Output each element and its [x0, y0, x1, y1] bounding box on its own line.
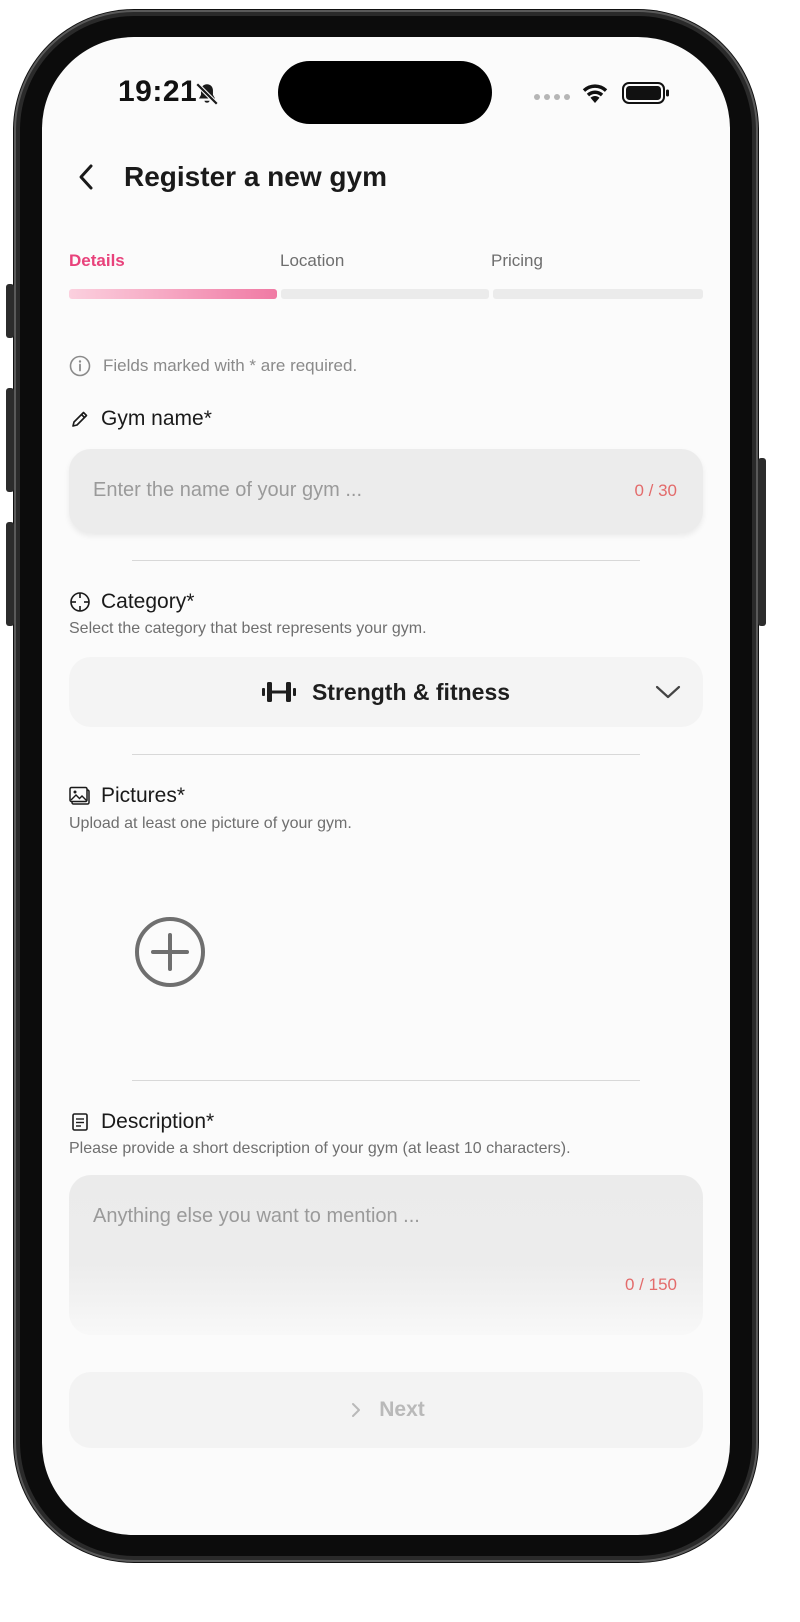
volume-down-button	[6, 522, 14, 626]
plus-circle-icon[interactable]	[134, 916, 206, 988]
description-textarea[interactable]: Anything else you want to mention ... 0 …	[69, 1175, 703, 1335]
header: Register a new gym	[68, 155, 387, 199]
back-button[interactable]	[68, 159, 104, 195]
next-button[interactable]: Next	[69, 1372, 703, 1448]
pictures-subtitle: Upload at least one picture of your gym.	[69, 815, 352, 832]
description-placeholder: Anything else you want to mention ...	[93, 1205, 420, 1227]
app-screen: 19:21 Register a new gym Details Locatio…	[42, 37, 730, 1535]
step-progress-bar-pricing	[493, 289, 703, 299]
document-icon	[69, 1111, 91, 1133]
step-progress-bar-details	[69, 289, 277, 299]
image-icon	[69, 785, 91, 807]
category-selected-value: Strength & fitness	[311, 678, 511, 705]
category-label: Category*	[69, 590, 194, 614]
required-fields-text: Fields marked with * are required.	[103, 356, 358, 375]
chevron-right-icon	[352, 1403, 361, 1417]
step-indicator: Details Location Pricing	[69, 251, 703, 299]
wifi-icon	[582, 84, 608, 103]
crosshair-icon	[69, 591, 91, 613]
tab-pricing[interactable]: Pricing	[491, 251, 543, 271]
info-icon	[69, 355, 91, 377]
tab-details[interactable]: Details	[69, 251, 125, 271]
power-button	[758, 458, 766, 626]
gym-name-label: Gym name*	[69, 407, 212, 431]
divider	[132, 1080, 640, 1081]
chevron-down-icon	[655, 685, 681, 699]
status-time: 19:21	[118, 75, 198, 108]
description-char-counter: 0 / 150	[625, 1275, 677, 1294]
gym-name-placeholder: Enter the name of your gym ...	[93, 479, 363, 501]
action-button	[6, 284, 14, 338]
tab-location[interactable]: Location	[280, 251, 344, 271]
chevron-left-icon	[79, 164, 93, 190]
dumbbell-icon	[261, 682, 296, 702]
bell-slash-icon	[195, 82, 219, 106]
divider	[132, 560, 640, 561]
gym-name-input[interactable]: Enter the name of your gym ... 0 / 30	[69, 449, 703, 533]
pencil-icon	[69, 408, 91, 430]
next-button-label: Next	[379, 1398, 425, 1421]
cellular-signal-icon	[534, 94, 570, 100]
category-subtitle: Select the category that best represents…	[69, 620, 427, 637]
volume-up-button	[6, 388, 14, 492]
pictures-label: Pictures*	[69, 784, 185, 808]
gym-name-char-counter: 0 / 30	[634, 481, 677, 500]
dynamic-island	[278, 61, 492, 124]
step-progress-bar-location	[281, 289, 489, 299]
required-fields-note: Fields marked with * are required.	[69, 355, 357, 377]
description-subtitle: Please provide a short description of yo…	[69, 1140, 571, 1157]
battery-icon	[622, 82, 669, 104]
description-label: Description*	[69, 1110, 214, 1134]
category-select[interactable]: Strength & fitness	[69, 657, 703, 727]
page-title: Register a new gym	[124, 161, 387, 192]
divider	[132, 754, 640, 755]
